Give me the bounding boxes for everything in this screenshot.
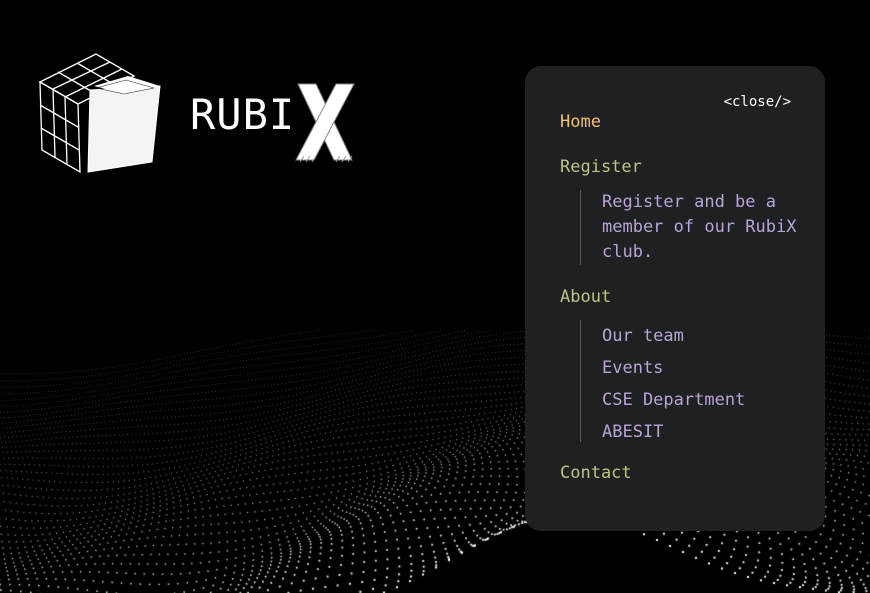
nav-our-team[interactable]: Our team	[602, 320, 745, 352]
nav-events[interactable]: Events	[602, 352, 745, 384]
nav-cse-department[interactable]: CSE Department	[602, 384, 745, 416]
brand-x-mark: X	[295, 83, 355, 163]
nav-register[interactable]: Register	[560, 157, 642, 177]
brand-name: RUBI	[190, 90, 296, 139]
about-submenu: Our team Events CSE Department ABESIT	[580, 320, 745, 442]
nav-contact[interactable]: Contact	[560, 463, 632, 483]
rubiks-cube-icon	[38, 53, 161, 174]
register-submenu: Register and be a member of our RubiX cl…	[580, 190, 802, 265]
close-menu-button[interactable]: <close/>	[724, 94, 791, 110]
register-description: Register and be a member of our RubiX cl…	[602, 192, 797, 262]
nav-home[interactable]: Home	[560, 112, 601, 132]
navigation-menu: <close/> Home Register Register and be a…	[525, 66, 825, 531]
rubix-logo[interactable]: RUBI X	[36, 50, 366, 180]
landing-page: RUBI X <close/> Home Register Regist	[0, 0, 870, 593]
nav-abesit[interactable]: ABESIT	[602, 416, 745, 448]
nav-about[interactable]: About	[560, 287, 611, 307]
